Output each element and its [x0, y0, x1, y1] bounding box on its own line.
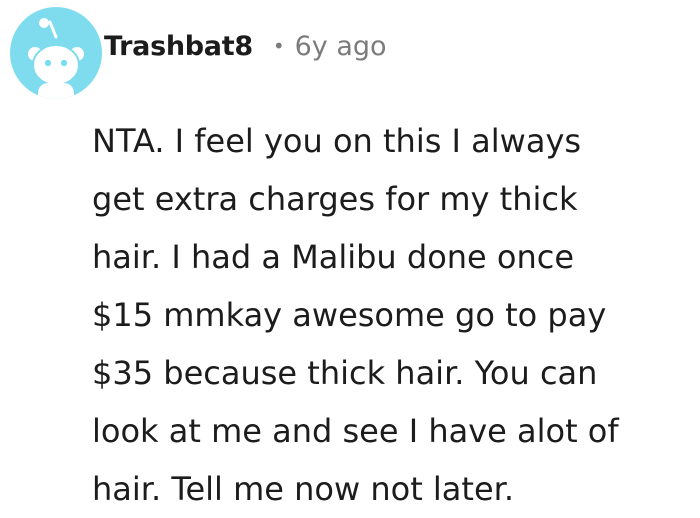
separator-dot: •: [272, 34, 285, 58]
comment: Trashbat8 • 6y ago NTA. I feel you on th…: [0, 0, 700, 508]
comment-line: hair. I had a Malibu done once: [92, 238, 575, 276]
comment-line: $15 mmkay awesome go to pay: [92, 296, 607, 334]
username-link[interactable]: Trashbat8: [104, 31, 253, 62]
snoo-avatar-icon[interactable]: [10, 7, 102, 99]
timestamp[interactable]: 6y ago: [295, 31, 387, 62]
comment-line: look at me and see I have alot of: [92, 412, 619, 450]
comment-body: NTA. I feel you on this I always get ext…: [92, 112, 692, 518]
comment-line: get extra charges for my thick: [92, 180, 578, 218]
comment-meta: Trashbat8 • 6y ago: [104, 24, 387, 68]
comment-line: hair. Tell me now not later.: [92, 470, 515, 508]
comment-line: NTA. I feel you on this I always: [92, 122, 582, 160]
comment-line: $35 because thick hair. You can: [92, 354, 598, 392]
avatar-graphic: [26, 18, 86, 99]
